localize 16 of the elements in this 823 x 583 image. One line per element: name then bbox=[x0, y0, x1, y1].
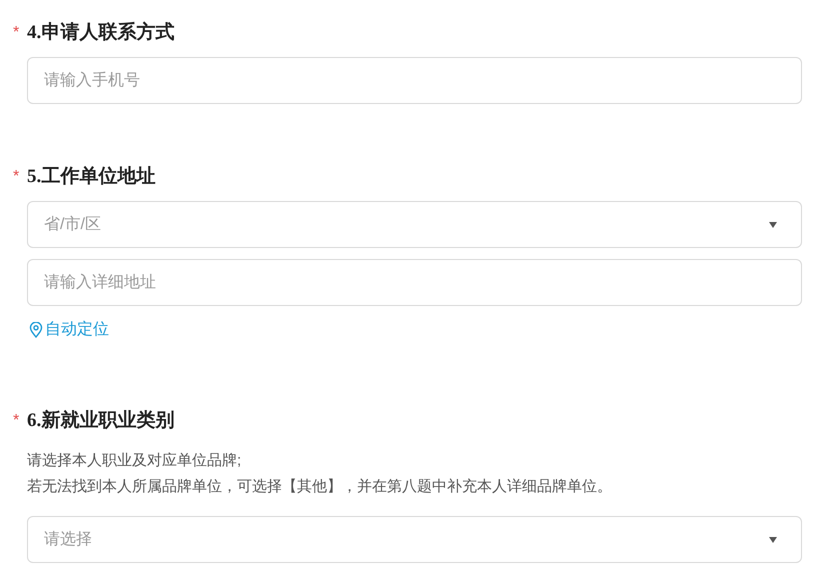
question-title: 5.工作单位地址 bbox=[27, 165, 156, 189]
select-field[interactable]: 请选择 bbox=[27, 516, 802, 563]
select-field[interactable]: 省/市/区 bbox=[27, 201, 802, 248]
caret-down-icon bbox=[769, 222, 777, 228]
required-asterisk: * bbox=[13, 167, 20, 187]
input-field[interactable]: 请输入手机号 bbox=[27, 57, 802, 104]
description-text: 请选择本人职业及对应单位品牌; bbox=[27, 451, 242, 471]
auto-locate-link[interactable]: 自动定位 bbox=[29, 318, 109, 342]
required-asterisk: * bbox=[13, 23, 20, 43]
question-title: 4.申请人联系方式 bbox=[27, 20, 174, 45]
description-text: 若无法找到本人所属品牌单位，可选择【其他】，并在第八题中补充本人详细品牌单位。 bbox=[27, 477, 613, 497]
caret-down-icon bbox=[769, 536, 777, 542]
location-pin-icon bbox=[29, 322, 43, 338]
question-title: 6.新就业职业类别 bbox=[27, 408, 174, 433]
required-asterisk: * bbox=[13, 411, 20, 431]
input-field[interactable]: 请输入详细地址 bbox=[27, 259, 802, 306]
